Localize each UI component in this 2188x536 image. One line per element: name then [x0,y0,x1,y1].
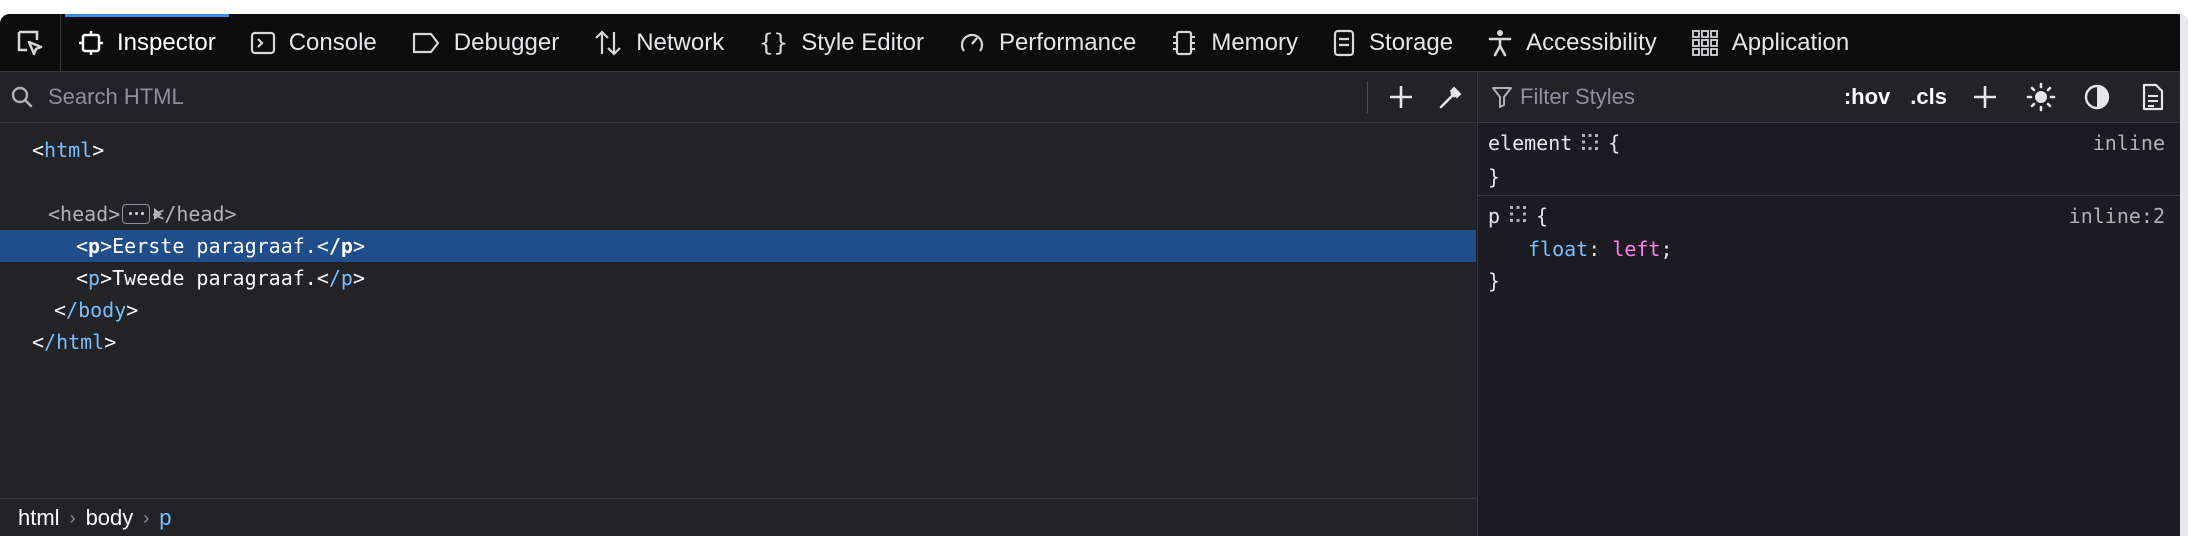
rule-selector[interactable]: element [1488,131,1572,155]
filter-icon [1492,87,1512,108]
rule-selector[interactable]: p [1488,204,1500,228]
toolbar-separator [1367,81,1368,113]
sun-icon [2026,82,2056,112]
print-media-button[interactable] [2125,73,2181,121]
toggle-classes-button[interactable]: .cls [1900,84,1957,110]
tab-inspector[interactable]: Inspector [61,14,233,71]
element-picker-icon [17,30,43,55]
tab-label: Network [636,28,725,56]
tree-node-body-close[interactable]: </body> [0,294,1476,326]
rules-filter-bar: :hov .cls [1478,72,2181,123]
css-declaration[interactable]: float: left; [1488,233,2169,265]
tab-performance[interactable]: Performance [941,14,1153,71]
debugger-icon [412,32,439,53]
tree-node-html-close[interactable]: </html> [0,326,1476,358]
selector-highlighter-icon[interactable] [1508,201,1528,233]
element-picker-button[interactable] [0,14,61,71]
markup-panel: <html> <head></head> <body> <p>Eerste pa… [0,72,1494,536]
accessibility-icon [1488,29,1512,56]
tab-application[interactable]: Application [1674,14,1866,71]
filter-styles-input[interactable] [1512,72,1834,122]
selector-highlighter-icon[interactable] [1580,129,1600,161]
breadcrumb-html[interactable]: html [18,505,60,531]
plus-icon [1390,86,1412,108]
svg-text:{}: {} [759,29,788,57]
tab-storage[interactable]: Storage [1315,14,1470,71]
memory-icon [1173,30,1196,55]
console-icon [250,31,275,54]
breadcrumb-p[interactable]: p [159,505,171,531]
tab-label: Style Editor [801,28,924,56]
devtools-toolbar: Inspector Console Debugger Network {} St… [0,14,2180,72]
chevron-right-icon: › [143,507,150,528]
tab-label: Accessibility [1526,28,1657,56]
breadcrumb: html › body › p [0,498,1494,536]
rule-source-link[interactable]: inline:2 [2069,200,2165,232]
tree-node-head[interactable]: <head> </head> [0,166,1476,226]
application-icon [1691,29,1718,56]
add-node-button[interactable] [1376,73,1426,121]
contrast-icon [2084,84,2110,110]
tree-node-body[interactable]: <body> [0,198,1476,258]
tree-node-html[interactable]: <html> [0,134,1476,166]
light-color-scheme-button[interactable] [2013,73,2069,121]
tab-label: Debugger [453,28,560,56]
tree-node-p-selected[interactable]: <p>Eerste paragraaf.</p> [0,230,1476,262]
breadcrumb-body[interactable]: body [86,505,134,531]
document-icon [2142,83,2164,111]
tab-label: Performance [998,28,1137,56]
add-rule-button[interactable] [1957,73,2013,121]
property-value[interactable]: left [1612,237,1660,261]
tree-node-p[interactable]: <p>Tweede paragraaf.</p> [0,262,1476,294]
toggle-pseudo-classes-button[interactable]: :hov [1834,84,1900,110]
dark-color-scheme-button[interactable] [2069,73,2125,121]
network-icon [595,29,621,56]
tab-memory[interactable]: Memory [1153,14,1315,71]
devtools-window: Inspector Console Debugger Network {} St… [0,14,2188,536]
tab-label: Memory [1211,28,1299,56]
tab-console[interactable]: Console [233,14,394,71]
rule-source-link[interactable]: inline [2093,127,2165,159]
plus-icon [1974,86,1996,108]
tab-network[interactable]: Network [576,14,741,71]
property-name[interactable]: float [1528,237,1588,261]
search-html-input[interactable] [44,72,1359,122]
element-style-rule: element { } inline [1478,123,2181,196]
window-edge [2180,14,2188,536]
tab-accessibility[interactable]: Accessibility [1470,14,1674,71]
tab-debugger[interactable]: Debugger [394,14,576,71]
p-style-rule: p { float: left; } inline:2 [1478,196,2181,298]
tab-label: Application [1731,28,1850,56]
markup-tree: <html> <head></head> <body> <p>Eerste pa… [0,134,1476,358]
eyedropper-button[interactable] [1426,73,1476,121]
tab-label: Storage [1369,28,1454,56]
rules-panel: :hov .cls [1477,72,2181,536]
performance-icon [960,33,983,52]
markup-search-bar [0,72,1476,123]
search-icon [11,86,33,108]
tab-label: Console [288,28,377,56]
tab-label: Inspector [117,28,216,56]
storage-icon [1333,29,1355,56]
eyedropper-icon [1439,86,1462,109]
chevron-right-icon: › [69,507,76,528]
inspector-icon [79,30,103,55]
tab-style-editor[interactable]: {} Style Editor [741,14,941,71]
style-editor-icon: {} [759,29,788,57]
